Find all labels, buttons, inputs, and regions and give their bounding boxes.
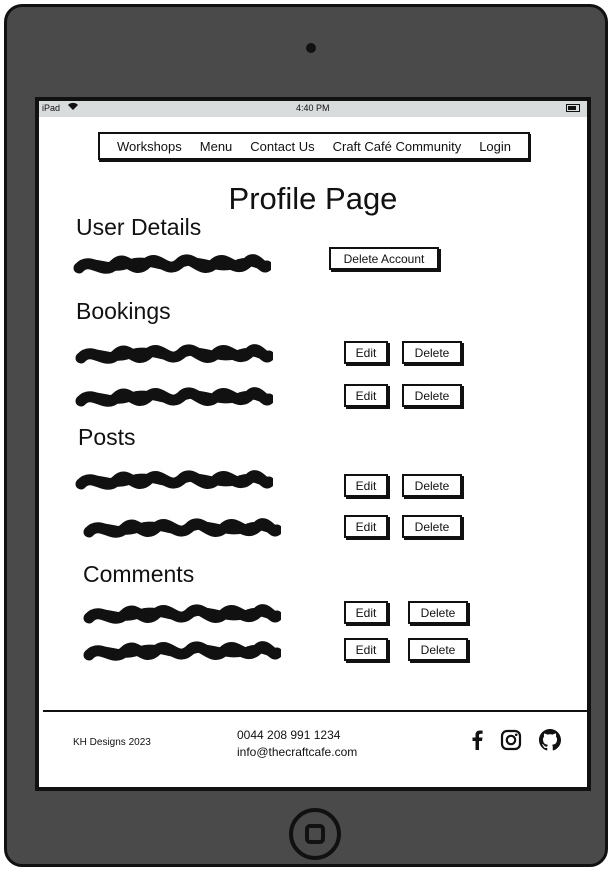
footer-email[interactable]: info@thecraftcafe.com bbox=[237, 745, 357, 759]
comment-delete-button[interactable]: Delete bbox=[408, 601, 468, 624]
booking-delete-button[interactable]: Delete bbox=[402, 341, 462, 364]
nav-craft-cafe-community[interactable]: Craft Café Community bbox=[333, 139, 462, 154]
comment-delete-button[interactable]: Delete bbox=[408, 638, 468, 661]
post-delete-button[interactable]: Delete bbox=[402, 515, 462, 538]
booking-delete-button[interactable]: Delete bbox=[402, 384, 462, 407]
home-square-icon bbox=[305, 824, 325, 844]
page-title: Profile Page bbox=[228, 181, 398, 216]
home-button[interactable] bbox=[289, 808, 341, 860]
booking-edit-button[interactable]: Edit bbox=[344, 384, 388, 407]
status-bar: iPad 4:40 PM bbox=[39, 101, 587, 117]
footer-copyright: KH Designs 2023 bbox=[73, 737, 151, 748]
carrier-label: iPad bbox=[42, 103, 61, 113]
redacted-user-name bbox=[73, 254, 271, 274]
post-edit-button[interactable]: Edit bbox=[344, 515, 388, 538]
booking-edit-button[interactable]: Edit bbox=[344, 341, 388, 364]
github-icon[interactable] bbox=[539, 729, 561, 751]
ipad-screen: iPad 4:40 PM Workshops Menu Contact Us C… bbox=[35, 97, 591, 791]
redacted-booking bbox=[75, 344, 273, 364]
nav-menu[interactable]: Menu bbox=[200, 139, 233, 154]
redacted-post bbox=[83, 518, 281, 538]
user-details-heading: User Details bbox=[76, 214, 202, 240]
redacted-booking bbox=[75, 387, 273, 407]
nav-workshops[interactable]: Workshops bbox=[117, 139, 182, 154]
post-edit-button[interactable]: Edit bbox=[344, 474, 388, 497]
redacted-comment bbox=[83, 641, 281, 661]
comment-edit-button[interactable]: Edit bbox=[344, 638, 388, 661]
footer-phone: 0044 208 991 1234 bbox=[237, 728, 341, 742]
facebook-icon[interactable] bbox=[466, 729, 488, 751]
ipad-frame: iPad 4:40 PM Workshops Menu Contact Us C… bbox=[4, 4, 608, 867]
comments-heading: Comments bbox=[83, 561, 195, 587]
main-nav: Workshops Menu Contact Us Craft Café Com… bbox=[98, 132, 530, 160]
nav-login[interactable]: Login bbox=[479, 139, 511, 154]
comment-edit-button[interactable]: Edit bbox=[344, 601, 388, 624]
footer-divider bbox=[43, 710, 587, 712]
status-time: 4:40 PM bbox=[296, 103, 330, 113]
battery-icon bbox=[566, 104, 580, 112]
wifi-icon bbox=[67, 102, 79, 114]
delete-account-button[interactable]: Delete Account bbox=[329, 247, 439, 270]
redacted-comment bbox=[83, 604, 281, 624]
bookings-heading: Bookings bbox=[76, 298, 171, 324]
redacted-post bbox=[75, 470, 273, 490]
camera-icon bbox=[306, 43, 316, 53]
nav-contact-us[interactable]: Contact Us bbox=[250, 139, 314, 154]
post-delete-button[interactable]: Delete bbox=[402, 474, 462, 497]
instagram-icon[interactable] bbox=[500, 729, 522, 751]
posts-heading: Posts bbox=[78, 424, 136, 450]
